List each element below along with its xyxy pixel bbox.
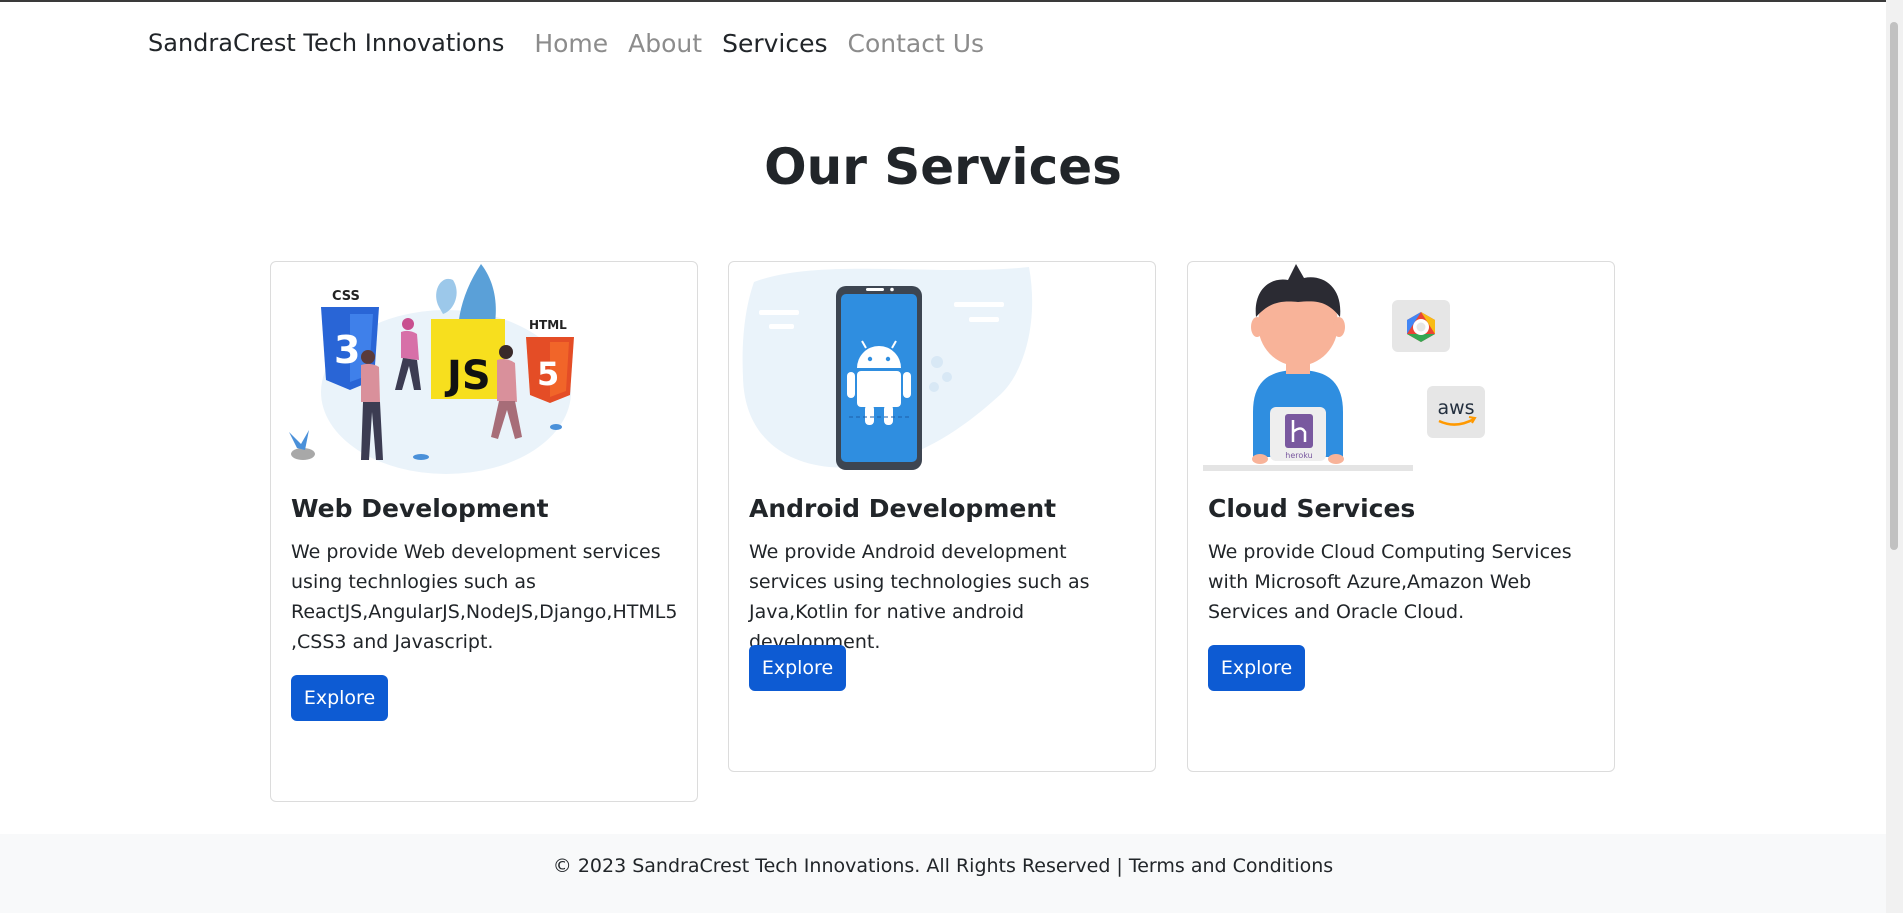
service-card-cloud: heroku aws Cloud Services We provide Clo… [1187, 261, 1615, 772]
svg-text:JS: JS [444, 353, 491, 399]
card-title-web: Web Development [291, 494, 549, 523]
svg-text:HTML: HTML [529, 318, 567, 332]
page-title: Our Services [764, 138, 1122, 196]
svg-text:CSS: CSS [332, 289, 360, 304]
svg-text:3: 3 [334, 328, 360, 372]
svg-text:aws: aws [1437, 397, 1474, 419]
nav-link-services[interactable]: Services [722, 29, 827, 58]
vertical-scrollbar[interactable] [1886, 0, 1903, 913]
card-title-android: Android Development [749, 494, 1057, 523]
service-card-android: Android Development We provide Android d… [728, 261, 1156, 772]
card-title-cloud: Cloud Services [1208, 494, 1416, 523]
window-top-border [0, 0, 1903, 2]
explore-button-web[interactable]: Explore [291, 675, 388, 721]
nav-link-about[interactable]: About [628, 29, 702, 58]
explore-button-android[interactable]: Explore [749, 645, 846, 691]
footer-text: © 2023 SandraCrest Tech Innovations. All… [0, 855, 1886, 877]
explore-button-cloud[interactable]: Explore [1208, 645, 1305, 691]
nav-link-contact[interactable]: Contact Us [848, 29, 985, 58]
card-text-web: We provide Web development services usin… [291, 541, 678, 653]
scrollbar-thumb[interactable] [1890, 22, 1898, 550]
web-development-illustration: 3 CSS JS 5 HTML [289, 264, 574, 474]
card-text-android: We provide Android development services … [749, 541, 1090, 653]
brand-link[interactable]: SandraCrest Tech Innovations [148, 29, 504, 57]
cloud-services-illustration: heroku aws [1203, 264, 1485, 471]
footer: © 2023 SandraCrest Tech Innovations. All… [0, 834, 1886, 913]
nav-link-home[interactable]: Home [534, 29, 608, 58]
footer-copyright: © 2023 SandraCrest Tech Innovations. All… [552, 855, 1129, 877]
svg-text:5: 5 [537, 355, 559, 393]
svg-text:heroku: heroku [1285, 451, 1312, 460]
android-development-illustration [742, 267, 1033, 470]
card-text-cloud: We provide Cloud Computing Services with… [1208, 541, 1572, 623]
service-card-web: 3 CSS JS 5 HTML Web Development We provi… [270, 261, 698, 802]
navbar: SandraCrest Tech Innovations Home About … [148, 25, 1004, 61]
terms-link[interactable]: Terms and Conditions [1129, 855, 1333, 877]
